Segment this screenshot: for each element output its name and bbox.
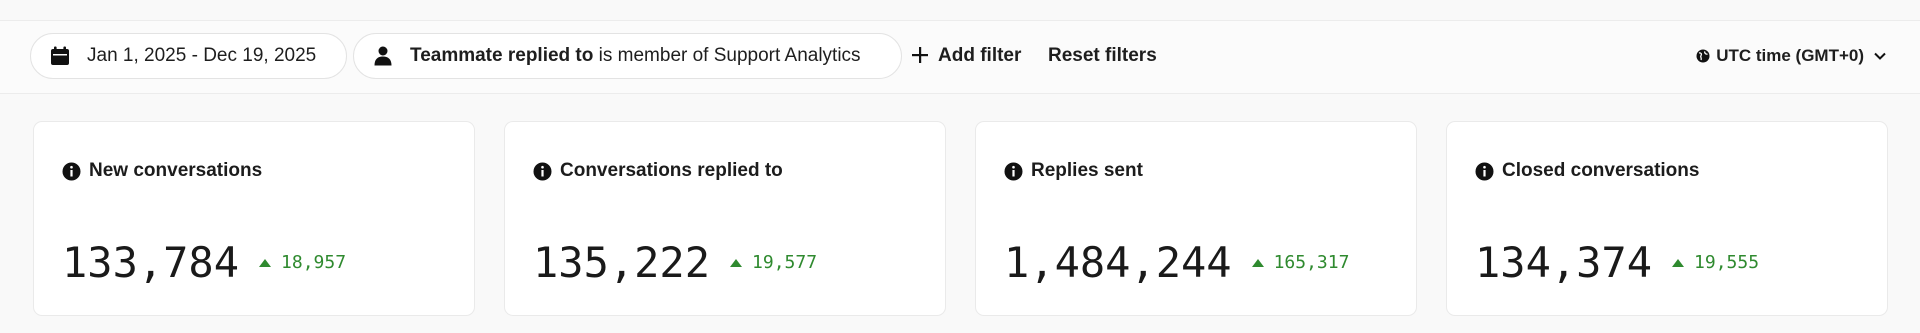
timezone-selector[interactable]: UTC time (GMT+0)	[1696, 33, 1886, 79]
metric-card-replies-sent: Replies sent 1,484,244 165,317	[975, 121, 1417, 316]
triangle-up-icon	[1251, 258, 1264, 267]
triangle-up-icon	[1672, 258, 1685, 267]
teammate-filter-field: Teammate replied to	[410, 45, 594, 66]
card-title-label: New conversations	[89, 160, 263, 181]
card-title: Replies sent	[1004, 160, 1143, 182]
metric-card-new-conversations: New conversations 133,784 18,957	[33, 121, 475, 316]
metric-card-closed-conversations: Closed conversations 134,374 19,555	[1446, 121, 1888, 316]
metric-row: 135,222 19,577	[533, 238, 817, 287]
metric-card-conversations-replied-to: Conversations replied to 135,222 19,577	[504, 121, 946, 316]
globe-icon	[1696, 49, 1710, 63]
add-filter-button[interactable]: Add filter	[912, 33, 1021, 79]
metric-delta-value: 18,957	[281, 252, 347, 273]
date-range-filter[interactable]: Jan 1, 2025 - Dec 19, 2025	[30, 33, 347, 79]
timezone-label: UTC time (GMT+0)	[1716, 46, 1864, 65]
card-title: New conversations	[62, 160, 262, 182]
filter-bar: Jan 1, 2025 - Dec 19, 2025 Teammate repl…	[0, 21, 1920, 94]
triangle-up-icon	[730, 258, 743, 267]
card-title: Closed conversations	[1475, 160, 1699, 182]
info-icon[interactable]	[1475, 162, 1494, 181]
metric-value: 135,222	[533, 238, 711, 287]
chevron-down-icon	[1874, 52, 1886, 60]
metric-delta: 165,317	[1251, 252, 1350, 273]
calendar-icon	[49, 45, 71, 67]
metric-delta: 18,957	[259, 252, 346, 273]
metric-row: 134,374 19,555	[1475, 238, 1759, 287]
card-title-label: Closed conversations	[1502, 160, 1700, 181]
metric-value: 1,484,244	[1004, 238, 1232, 287]
metric-delta: 19,577	[730, 252, 817, 273]
metric-delta-value: 19,555	[1694, 252, 1760, 273]
top-divider	[0, 0, 1920, 21]
card-title: Conversations replied to	[533, 160, 783, 182]
reset-filters-label: Reset filters	[1048, 45, 1157, 66]
info-icon[interactable]	[1004, 162, 1023, 181]
plus-icon	[912, 44, 928, 68]
metric-delta-value: 165,317	[1273, 252, 1350, 273]
card-title-label: Replies sent	[1031, 160, 1143, 181]
person-icon	[372, 45, 394, 67]
metric-value: 134,374	[1475, 238, 1653, 287]
metric-row: 133,784 18,957	[62, 238, 346, 287]
reset-filters-button[interactable]: Reset filters	[1048, 33, 1157, 79]
date-range-label: Jan 1, 2025 - Dec 19, 2025	[87, 45, 317, 66]
card-title-label: Conversations replied to	[560, 160, 783, 181]
metric-delta-value: 19,577	[752, 252, 818, 273]
metric-value: 133,784	[62, 238, 240, 287]
metric-delta: 19,555	[1672, 252, 1759, 273]
info-icon[interactable]	[533, 162, 552, 181]
add-filter-label: Add filter	[938, 45, 1022, 66]
teammate-filter[interactable]: Teammate replied to is member of Support…	[353, 33, 902, 79]
triangle-up-icon	[259, 258, 272, 267]
teammate-filter-condition: is member of Support Analytics	[598, 45, 861, 66]
info-icon[interactable]	[62, 162, 81, 181]
metric-row: 1,484,244 165,317	[1004, 238, 1349, 287]
